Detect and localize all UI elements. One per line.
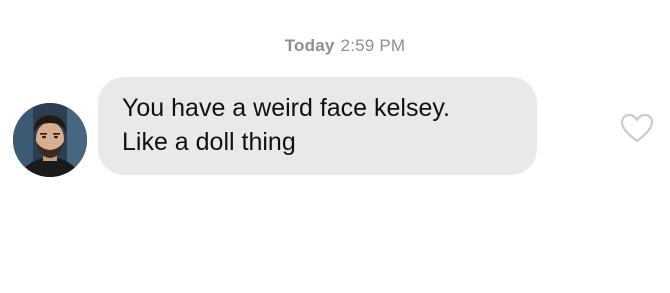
message-line-1: You have a weird face kelsey. — [122, 94, 450, 122]
message-bubble[interactable]: You have a weird face kelsey. Like a dol… — [98, 77, 537, 175]
timestamp-time: 2:59 PM — [340, 36, 406, 55]
like-heart-icon[interactable] — [620, 113, 654, 143]
sender-avatar[interactable] — [13, 103, 87, 177]
timestamp-day: Today — [284, 36, 335, 55]
avatar-image — [13, 103, 87, 177]
message-text: You have a weird face kelsey. Like a dol… — [122, 91, 513, 159]
message-timestamp: Today 2:59 PM — [0, 36, 670, 56]
message-line-2: Like a doll thing — [122, 128, 296, 156]
